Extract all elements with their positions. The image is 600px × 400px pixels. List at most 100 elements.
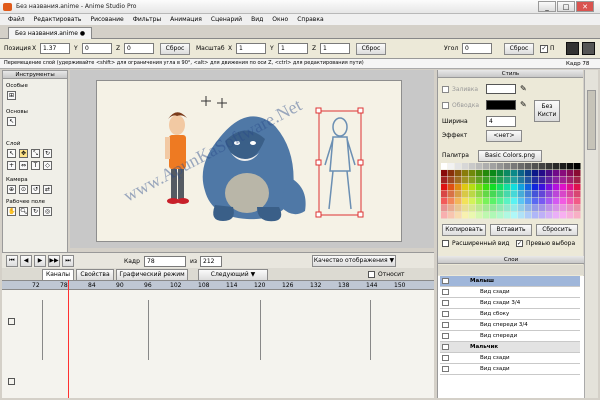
palette-swatch[interactable] bbox=[560, 163, 567, 170]
palette-swatch[interactable] bbox=[560, 177, 567, 184]
palette-swatch[interactable] bbox=[462, 170, 469, 177]
palette-swatch[interactable] bbox=[476, 163, 483, 170]
palette-swatch[interactable] bbox=[469, 198, 476, 205]
shear-icon[interactable]: ◇ bbox=[43, 161, 52, 170]
palette-swatch[interactable] bbox=[476, 212, 483, 219]
palette-swatch[interactable] bbox=[441, 163, 448, 170]
eye-icon[interactable] bbox=[442, 344, 449, 350]
palette-swatch[interactable] bbox=[546, 184, 553, 191]
palette-swatch[interactable] bbox=[546, 212, 553, 219]
palette-swatch[interactable] bbox=[455, 170, 462, 177]
palette-swatch[interactable] bbox=[560, 198, 567, 205]
palette-swatch[interactable] bbox=[490, 205, 497, 212]
palette-swatch[interactable] bbox=[476, 184, 483, 191]
palette-swatch[interactable] bbox=[504, 184, 511, 191]
scale-x-input[interactable]: 1 bbox=[236, 43, 266, 54]
layer-row[interactable]: Мальчик bbox=[440, 342, 580, 353]
palette-swatch[interactable] bbox=[511, 198, 518, 205]
copy-style-button[interactable]: Копировать bbox=[442, 224, 486, 236]
menu-help[interactable]: Справка bbox=[297, 16, 323, 23]
stroke-color-swatch[interactable] bbox=[486, 100, 516, 110]
eye-icon[interactable] bbox=[442, 322, 449, 328]
frame-ruler[interactable]: 72 78 84 90 96 102 108 114 120 126 132 1… bbox=[2, 280, 434, 290]
palette-swatch[interactable] bbox=[497, 205, 504, 212]
select-points-icon[interactable]: ↖ bbox=[7, 117, 16, 126]
palette-swatch[interactable] bbox=[546, 198, 553, 205]
palette-swatch[interactable] bbox=[567, 170, 574, 177]
palette-swatch[interactable] bbox=[441, 184, 448, 191]
document-tab[interactable]: Без названия.anime ● bbox=[8, 27, 93, 39]
camera-pan-icon[interactable]: ⇄ bbox=[43, 185, 52, 194]
palette-swatch[interactable] bbox=[462, 184, 469, 191]
palette-swatch[interactable] bbox=[490, 212, 497, 219]
palette-swatch[interactable] bbox=[490, 170, 497, 177]
palette-swatch[interactable] bbox=[455, 163, 462, 170]
palette-swatch[interactable] bbox=[567, 184, 574, 191]
width-input[interactable]: 4 bbox=[486, 116, 516, 127]
palette-swatch[interactable] bbox=[497, 163, 504, 170]
stroke-eyedropper-icon[interactable]: ✎ bbox=[520, 100, 527, 109]
menu-filters[interactable]: Фильтры bbox=[133, 16, 161, 23]
maximize-button[interactable]: □ bbox=[557, 1, 575, 12]
palette-swatch[interactable] bbox=[567, 177, 574, 184]
palette-swatch[interactable] bbox=[560, 212, 567, 219]
palette-swatch[interactable] bbox=[539, 184, 546, 191]
effect-dropdown[interactable]: <нет> bbox=[486, 130, 522, 142]
palette-swatch[interactable] bbox=[448, 198, 455, 205]
eye-icon[interactable] bbox=[442, 300, 449, 306]
palette-swatch[interactable] bbox=[469, 184, 476, 191]
palette-swatch[interactable] bbox=[483, 191, 490, 198]
palette-swatch[interactable] bbox=[574, 198, 581, 205]
palette-swatch[interactable] bbox=[574, 212, 581, 219]
palette-swatch[interactable] bbox=[483, 212, 490, 219]
palette-swatch[interactable] bbox=[532, 177, 539, 184]
onion-checkbox[interactable] bbox=[368, 271, 375, 278]
palette-swatch[interactable] bbox=[539, 212, 546, 219]
eye-icon[interactable] bbox=[442, 289, 449, 295]
palette-swatch[interactable] bbox=[462, 198, 469, 205]
palette-swatch[interactable] bbox=[518, 191, 525, 198]
palette-swatch[interactable] bbox=[532, 205, 539, 212]
palette-swatch[interactable] bbox=[560, 184, 567, 191]
palette-swatch[interactable] bbox=[490, 163, 497, 170]
palette-swatch[interactable] bbox=[525, 198, 532, 205]
scrollbar-thumb[interactable] bbox=[587, 90, 596, 150]
palette-swatch[interactable] bbox=[497, 191, 504, 198]
sword-icon[interactable] bbox=[582, 42, 595, 55]
fill-color-swatch[interactable] bbox=[486, 84, 516, 94]
palette-swatch[interactable] bbox=[553, 184, 560, 191]
palette-swatch[interactable] bbox=[567, 198, 574, 205]
palette-swatch[interactable] bbox=[518, 212, 525, 219]
flip-layer-icon[interactable]: ⇔ bbox=[19, 161, 28, 170]
palette-swatch[interactable] bbox=[448, 205, 455, 212]
reset-angle-button[interactable]: Сброс bbox=[504, 43, 534, 55]
translate-layer-icon[interactable]: ✥ bbox=[19, 149, 28, 158]
palette-swatch[interactable] bbox=[490, 198, 497, 205]
playhead[interactable] bbox=[68, 280, 69, 398]
skeleton-figure[interactable] bbox=[315, 107, 364, 218]
palette-swatch[interactable] bbox=[462, 212, 469, 219]
palette-swatch[interactable] bbox=[553, 205, 560, 212]
palette-swatch[interactable] bbox=[539, 191, 546, 198]
layer-select-icon[interactable]: ↖ bbox=[7, 149, 16, 158]
workspace-rotate-icon[interactable]: ↻ bbox=[31, 207, 40, 216]
palette-swatch[interactable] bbox=[532, 184, 539, 191]
palette-swatch[interactable] bbox=[525, 170, 532, 177]
palette-swatch[interactable] bbox=[476, 205, 483, 212]
palette-swatch[interactable] bbox=[483, 184, 490, 191]
menu-draw[interactable]: Рисование bbox=[90, 16, 123, 23]
palette-swatch[interactable] bbox=[518, 198, 525, 205]
palette-swatch[interactable] bbox=[511, 177, 518, 184]
reset-position-button[interactable]: Сброс bbox=[160, 43, 190, 55]
palette-swatch[interactable] bbox=[469, 170, 476, 177]
workspace-zoom-icon[interactable]: 🔍︎ bbox=[19, 207, 28, 216]
scrollbar[interactable] bbox=[584, 70, 598, 398]
end-frame-input[interactable]: 212 bbox=[200, 256, 222, 267]
palette-swatch[interactable] bbox=[497, 198, 504, 205]
palette-swatch[interactable] bbox=[455, 184, 462, 191]
position-z-input[interactable]: 0 bbox=[124, 43, 154, 54]
palette-swatch[interactable] bbox=[567, 191, 574, 198]
palette-swatch[interactable] bbox=[532, 170, 539, 177]
palette-swatch[interactable] bbox=[441, 212, 448, 219]
palette-swatch[interactable] bbox=[448, 163, 455, 170]
